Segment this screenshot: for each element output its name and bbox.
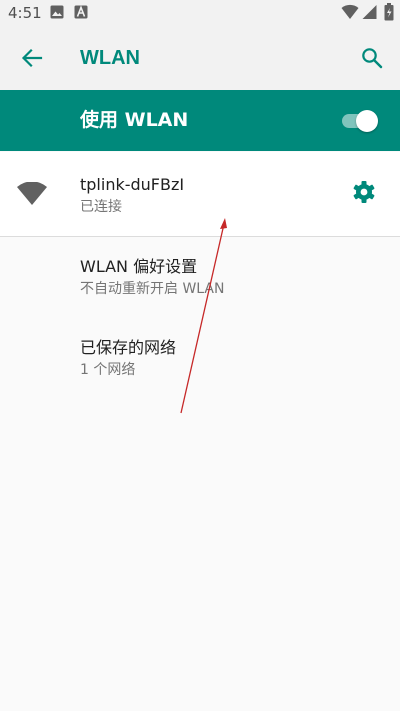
image-icon xyxy=(50,5,64,19)
cell-signal-icon xyxy=(362,5,377,19)
saved-networks-row[interactable]: 已保存的网络 1 个网络 xyxy=(0,318,400,396)
a-notification-icon xyxy=(74,5,88,19)
search-icon xyxy=(362,48,383,69)
back-button[interactable] xyxy=(10,36,54,80)
saved-networks-title: 已保存的网络 xyxy=(80,338,177,357)
saved-networks-summary: 1 个网络 xyxy=(80,362,136,378)
gear-icon xyxy=(353,181,375,203)
wlan-toggle[interactable] xyxy=(340,108,380,134)
network-settings-button[interactable] xyxy=(344,172,384,212)
battery-icon xyxy=(384,3,394,21)
wlan-preferences-title: WLAN 偏好设置 xyxy=(80,257,198,276)
toolbar: WLAN xyxy=(0,26,400,90)
status-time: 4:51 xyxy=(8,4,42,22)
toggle-thumb xyxy=(356,110,378,132)
network-name: tplink-duFBzI xyxy=(80,175,185,194)
connected-network-row[interactable]: tplink-duFBzI 已连接 xyxy=(0,152,400,237)
wlan-preferences-summary: 不自动重新开启 WLAN xyxy=(80,281,225,297)
wifi-signal-icon xyxy=(341,4,359,19)
status-bar: 4:51 xyxy=(0,0,400,26)
use-wlan-label: 使用 WLAN xyxy=(80,109,189,131)
page-title: WLAN xyxy=(80,47,140,69)
search-button[interactable] xyxy=(350,36,394,80)
network-status: 已连接 xyxy=(80,199,122,215)
back-arrow-icon xyxy=(21,48,43,68)
wlan-preferences-row[interactable]: WLAN 偏好设置 不自动重新开启 WLAN xyxy=(0,237,400,315)
use-wlan-switch-bar[interactable]: 使用 WLAN xyxy=(0,90,400,151)
wifi-icon xyxy=(17,182,47,205)
